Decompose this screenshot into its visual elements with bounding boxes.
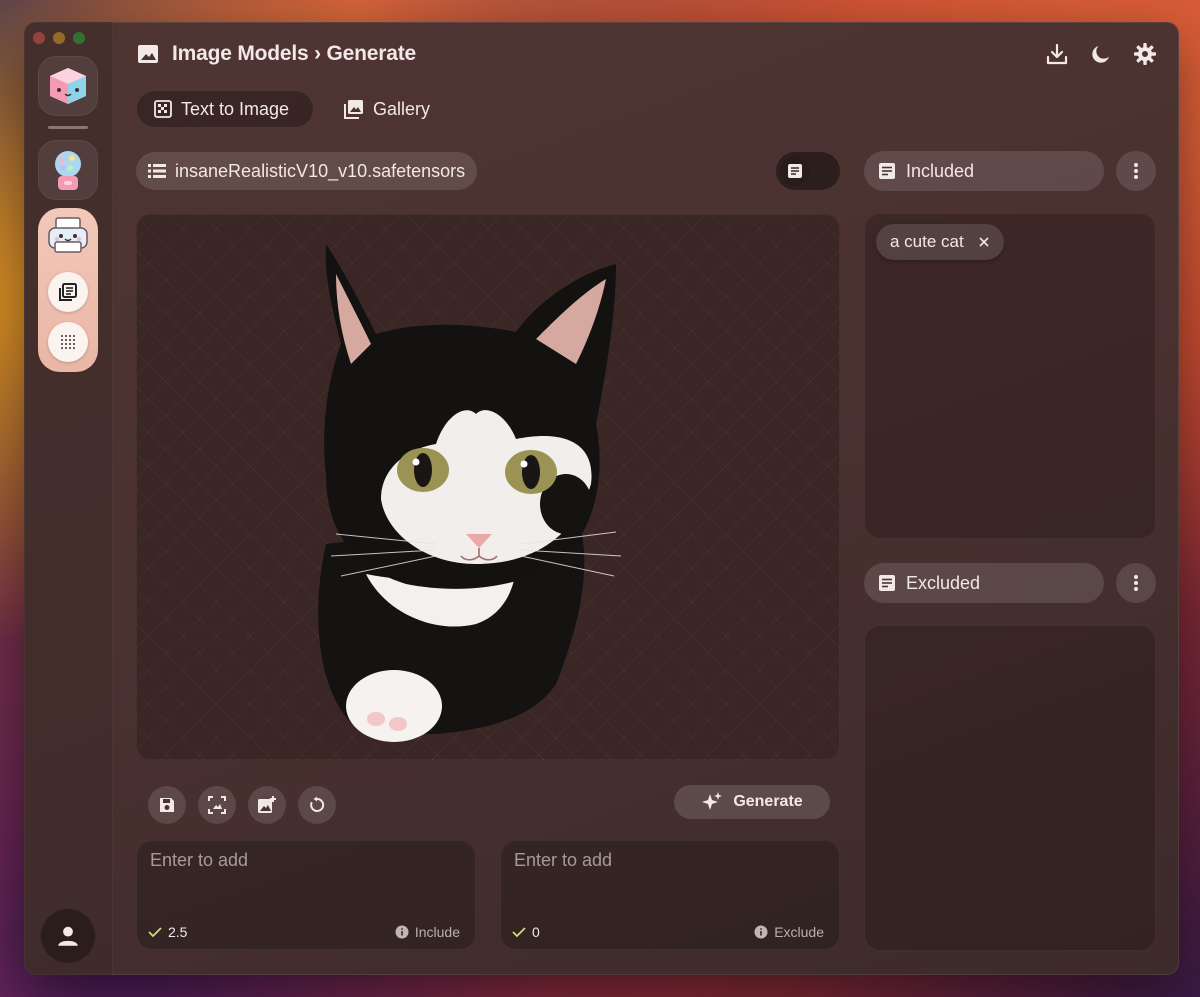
page-title: Image Models › Generate (136, 42, 416, 66)
add-image-icon (258, 796, 276, 813)
gumball-machine-icon (55, 151, 81, 190)
sidebar-library-button[interactable] (48, 272, 88, 312)
cube-mascot-icon (50, 68, 86, 104)
include-placeholder: Enter to add (150, 850, 249, 870)
tab-gallery[interactable]: Gallery (326, 90, 454, 128)
tab-label: Gallery (373, 98, 431, 119)
include-prompt-input[interactable]: Enter to add 2.5 Include (136, 840, 476, 950)
sidebar-app-gumball[interactable] (38, 140, 98, 200)
toggle-knob (780, 156, 810, 186)
include-weight[interactable]: 2.5 (148, 924, 187, 940)
exclude-label: Exclude (774, 924, 824, 940)
app-window: Image Models › Generate Text to Image Ga… (24, 22, 1179, 975)
tag-label: a cute cat (890, 232, 964, 251)
prompt-panel-toggle[interactable] (776, 152, 840, 190)
include-label: Include (414, 924, 460, 940)
exclude-info[interactable]: Exclude (754, 924, 824, 940)
included-more-button[interactable] (1116, 151, 1156, 191)
exclude-weight[interactable]: 0 (512, 924, 540, 940)
sidebar-app-printer[interactable] (44, 214, 92, 258)
sidebar-divider (48, 126, 88, 129)
excluded-more-button[interactable] (1116, 563, 1156, 603)
generated-image (318, 244, 622, 742)
tab-text-to-image[interactable]: Text to Image (136, 90, 314, 128)
model-selector[interactable]: insaneRealisticV10_v10.safetensors (136, 152, 478, 190)
include-weight-value: 2.5 (168, 924, 188, 940)
info-icon (395, 925, 409, 939)
gear-icon (1134, 43, 1156, 65)
library-icon (59, 283, 77, 301)
add-image-button[interactable] (248, 786, 286, 824)
included-tag[interactable]: a cute cat (876, 224, 1004, 260)
exclude-placeholder: Enter to add (514, 850, 613, 870)
document-icon (879, 163, 895, 179)
included-title: Included (906, 160, 975, 181)
excluded-title: Excluded (906, 572, 981, 593)
theme-toggle-button[interactable] (1089, 42, 1113, 66)
check-icon (148, 927, 162, 938)
more-vertical-icon (1134, 575, 1138, 591)
exclude-weight-value: 0 (532, 924, 540, 940)
crop-icon (208, 796, 226, 814)
more-vertical-icon (1134, 163, 1138, 179)
excluded-panel-header[interactable]: Excluded (864, 563, 1104, 603)
download-button[interactable] (1045, 42, 1069, 66)
sidebar-app-cube[interactable] (38, 56, 98, 116)
breadcrumb-page: Generate (326, 42, 417, 65)
excluded-tags-panel (864, 625, 1156, 951)
list-icon (148, 164, 166, 178)
breadcrumb-separator: › (314, 42, 321, 65)
exclude-prompt-input[interactable]: Enter to add 0 Exclude (500, 840, 840, 950)
sidebar-active-group (38, 208, 98, 372)
document-icon (788, 164, 802, 178)
include-info[interactable]: Include (395, 924, 460, 940)
generate-button[interactable]: Generate (674, 785, 830, 819)
user-profile-button[interactable] (40, 908, 96, 964)
check-icon (512, 927, 526, 938)
header-actions (1045, 42, 1157, 66)
info-icon (754, 925, 768, 939)
tab-label: Text to Image (181, 98, 290, 119)
reset-button[interactable] (298, 786, 336, 824)
included-panel-header[interactable]: Included (864, 151, 1104, 191)
checkerboard-image-icon (154, 100, 172, 118)
close-icon[interactable] (978, 236, 990, 248)
save-button[interactable] (148, 786, 186, 824)
included-tags-panel (864, 213, 1156, 539)
document-icon (879, 575, 895, 591)
crop-button[interactable] (198, 786, 236, 824)
sidebar (24, 22, 113, 975)
gallery-icon (344, 100, 363, 119)
generate-label: Generate (733, 793, 803, 810)
printer-mascot-icon (48, 217, 88, 253)
image-canvas[interactable] (136, 214, 840, 760)
save-icon (160, 798, 174, 812)
model-name: insaneRealisticV10_v10.safetensors (175, 160, 466, 181)
reset-icon (310, 796, 325, 812)
dot-grid-icon (61, 335, 75, 349)
image-icon (138, 45, 158, 63)
settings-button[interactable] (1133, 42, 1157, 66)
sparkles-icon (702, 792, 723, 810)
breadcrumb-section[interactable]: Image Models (172, 42, 309, 65)
user-icon (58, 926, 78, 946)
moon-icon (1092, 46, 1109, 63)
sidebar-dots-button[interactable] (48, 322, 88, 362)
download-icon (1046, 43, 1068, 65)
